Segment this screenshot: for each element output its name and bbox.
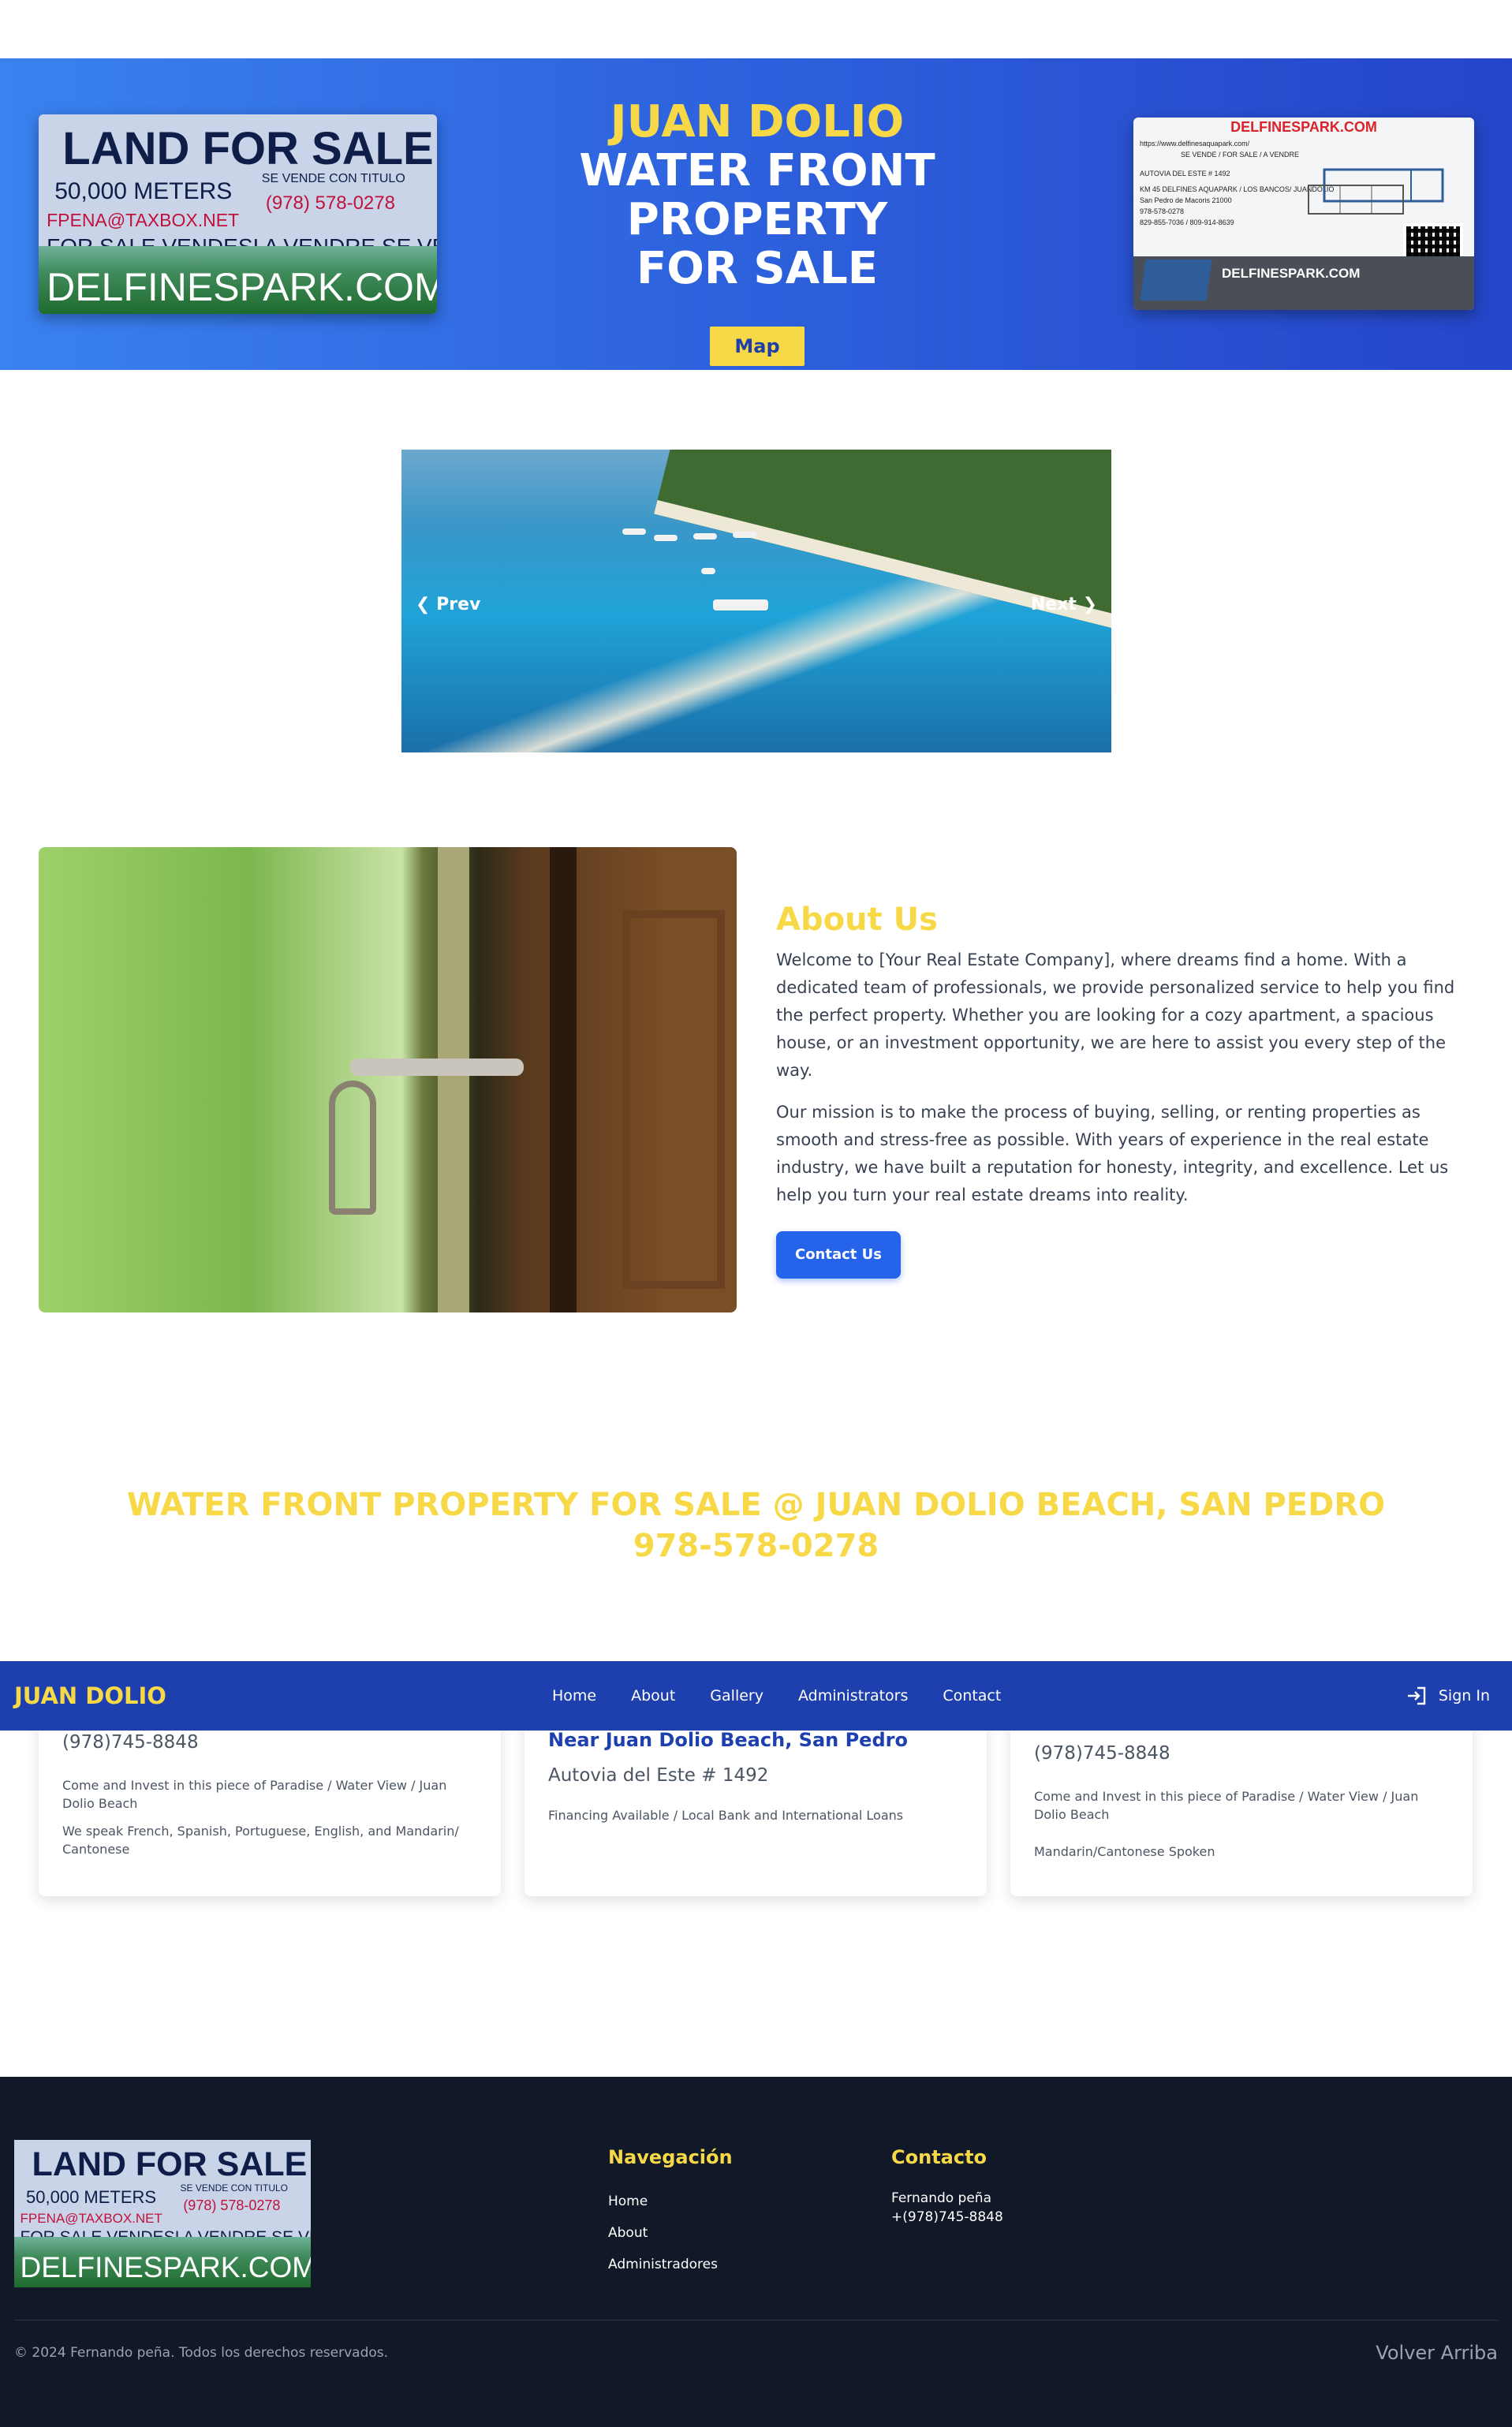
sale-banner-phone: 978-578-0278 (633, 1528, 879, 1564)
about-title: About Us (776, 902, 938, 938)
container-graphic (1140, 260, 1212, 301)
sign-in-button[interactable]: Sign In (1406, 1661, 1490, 1731)
delfines-sign-line: AUTOVIA DEL ESTE # 1492 (1140, 170, 1230, 177)
sign-size: 50,000 METERS (54, 177, 233, 204)
sign-size: 50,000 METERS (26, 2186, 157, 2207)
about-paragraph-2: Our mission is to make the process of bu… (776, 1103, 1449, 1204)
image-carousel: ❮ Prev Next ❯ (401, 450, 1111, 752)
footer-land-sign: LAND FOR SALE 50,000 METERS SE VENDE CON… (14, 2140, 311, 2287)
footer-link-administradores[interactable]: Administradores (608, 2257, 718, 2272)
carousel-next-button[interactable]: Next ❯ (1031, 595, 1097, 614)
hero-heading: JUAN DOLIO WATER FRONT PROPERTY FOR SALE… (442, 98, 1073, 366)
card-text: Financing Available / Local Bank and Int… (548, 1808, 904, 1823)
card-phone: (978)745-8848 (1034, 1743, 1170, 1764)
sign-email: FPENA@TAXBOX.NET (20, 2210, 162, 2226)
sign-headline: LAND FOR SALE (32, 2145, 308, 2184)
delfines-sign-line: San Pedro de Macoris 21000 (1140, 196, 1232, 204)
key-graphic (329, 1081, 376, 1215)
sign-site: DELFINESPARK.COM (20, 2251, 311, 2284)
boat-graphic (713, 599, 768, 610)
delfines-sign-site: DELFINESPARK.COM (1222, 266, 1361, 281)
card-text: We speak French, Spanish, Portuguese, En… (62, 1824, 459, 1857)
door-jamb-graphic (550, 847, 577, 1312)
boat-graphic (622, 528, 646, 535)
sign-in-label: Sign In (1438, 1687, 1490, 1705)
building-sketch-icon (1308, 168, 1444, 215)
carousel-prev-button[interactable]: ❮ Prev (416, 595, 480, 614)
navbar-links: Home About Gallery Administrators Contac… (552, 1661, 1001, 1731)
delfines-sign-line: SE VENDE / FOR SALE / A VENDRE (1181, 151, 1300, 159)
contact-us-button[interactable]: Contact Us (776, 1231, 901, 1279)
land-for-sale-sign: LAND FOR SALE 50,000 METERS SE VENDE CON… (39, 114, 437, 314)
hero-location: JUAN DOLIO (610, 96, 905, 147)
delfines-sign-line: https://www.delfinesaquapark.com/ (1140, 140, 1250, 147)
footer-contact-phone: +(978)745-8848 (891, 2209, 1003, 2225)
info-card: (978)745-8848 Come and Invest in this pi… (1010, 1704, 1473, 1896)
about-keys-image (39, 847, 737, 1312)
door-panel-graphic (622, 910, 725, 1289)
door-handle-graphic (350, 1059, 524, 1076)
chevron-right-icon: ❯ (1082, 595, 1097, 614)
footer-contact-title: Contacto (891, 2146, 987, 2168)
sign-site: DELFINESPARK.COM (47, 264, 437, 309)
footer-copyright: © 2024 Fernando peña. Todos los derechos… (14, 2345, 389, 2361)
delfinespark-sign: DELFINESPARK.COM https://www.delfinesaqu… (1133, 118, 1474, 310)
card-address: Autovia del Este # 1492 (548, 1765, 769, 1786)
site-footer: LAND FOR SALE 50,000 METERS SE VENDE CON… (0, 2077, 1512, 2427)
footer-contact-name: Fernando peña (891, 2190, 992, 2206)
sign-in-icon (1407, 1686, 1426, 1705)
info-card: (978)745-8848 Come and Invest in this pi… (39, 1704, 501, 1896)
card-text: Mandarin/Cantonese Spoken (1034, 1844, 1215, 1859)
delfines-sign-line: 829-855-7036 / 809-914-8639 (1140, 218, 1234, 226)
map-button[interactable]: Map (710, 327, 805, 366)
main-navbar: JUAN DOLIO Home About Gallery Administra… (0, 1661, 1512, 1731)
sign-phone: (978) 578-0278 (265, 192, 395, 214)
about-paragraph-1: Welcome to [Your Real Estate Company], w… (776, 950, 1455, 1080)
card-location: Near Juan Dolio Beach, San Pedro (548, 1729, 908, 1751)
sign-headline: LAND FOR SALE (62, 123, 434, 175)
sign-email: FPENA@TAXBOX.NET (47, 210, 240, 231)
sale-banner-line1: WATER FRONT PROPERTY FOR SALE @ JUAN DOL… (126, 1487, 1386, 1523)
footer-nav-title: Navegación (608, 2146, 733, 2168)
nav-link-gallery[interactable]: Gallery (710, 1687, 763, 1705)
boat-graphic (701, 568, 715, 574)
hero-title-line2: FOR SALE (636, 243, 879, 294)
card-phone: (978)745-8848 (62, 1732, 199, 1753)
chevron-left-icon: ❮ (416, 595, 431, 614)
nav-link-home[interactable]: Home (552, 1687, 596, 1705)
carousel-prev-label: Prev (436, 595, 481, 614)
footer-link-about[interactable]: About (608, 2225, 648, 2241)
footer-link-home[interactable]: Home (608, 2194, 648, 2209)
delfines-sign-title: DELFINESPARK.COM (1230, 119, 1377, 135)
footer-divider (14, 2320, 1498, 2321)
back-to-top-link[interactable]: Volver Arriba (1376, 2342, 1498, 2364)
nav-link-contact[interactable]: Contact (943, 1687, 1001, 1705)
about-section: About Us Welcome to [Your Real Estate Co… (776, 898, 1462, 1279)
boat-graphic (693, 533, 717, 540)
hero-title-line1: WATER FRONT PROPERTY (579, 145, 935, 245)
delfines-sign-footer (1133, 256, 1474, 310)
sale-banner: WATER FRONT PROPERTY FOR SALE @ JUAN DOL… (0, 1484, 1512, 1566)
door-edge-graphic (438, 847, 469, 1312)
sign-title-note: SE VENDE CON TITULO (180, 2182, 289, 2194)
card-text: Come and Invest in this piece of Paradis… (1034, 1789, 1419, 1822)
info-card: Near Juan Dolio Beach, San Pedro Autovia… (525, 1704, 987, 1896)
hero-section: LAND FOR SALE 50,000 METERS SE VENDE CON… (0, 58, 1512, 370)
navbar-brand[interactable]: JUAN DOLIO (14, 1661, 166, 1731)
boat-graphic (654, 535, 678, 541)
sign-phone: (978) 578-0278 (183, 2197, 281, 2213)
delfines-sign-line: 978-578-0278 (1140, 207, 1185, 215)
card-text: Come and Invest in this piece of Paradis… (62, 1778, 447, 1811)
carousel-next-label: Next (1030, 595, 1077, 614)
nav-link-administrators[interactable]: Administrators (798, 1687, 908, 1705)
sign-title-note: SE VENDE CON TITULO (261, 172, 405, 186)
boat-graphic (733, 532, 756, 538)
nav-link-about[interactable]: About (631, 1687, 675, 1705)
